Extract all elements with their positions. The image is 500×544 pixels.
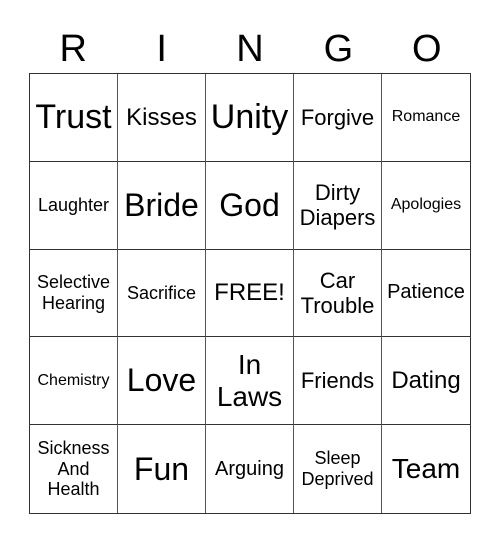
- bingo-cell[interactable]: Bride: [118, 161, 206, 250]
- header-letter-i: I: [156, 28, 167, 70]
- bingo-cell[interactable]: Unity: [206, 74, 294, 162]
- bingo-cell[interactable]: Apologies: [382, 162, 470, 250]
- bingo-cell[interactable]: Fun: [118, 425, 206, 513]
- bingo-cell[interactable]: Laughter: [30, 161, 118, 250]
- bingo-cell[interactable]: In Laws: [206, 337, 294, 426]
- header-letter-r: R: [59, 28, 87, 70]
- bingo-cell[interactable]: Dating: [382, 337, 470, 426]
- bingo-cell[interactable]: Love: [118, 337, 206, 426]
- free-space-cell[interactable]: FREE!: [206, 249, 294, 338]
- bingo-cell[interactable]: Sickness And Health: [30, 425, 118, 513]
- bingo-cell[interactable]: Trust: [30, 74, 118, 162]
- header-letter-o: O: [412, 28, 442, 70]
- bingo-cell[interactable]: Patience: [382, 250, 470, 338]
- bingo-cell[interactable]: Team: [382, 425, 470, 513]
- bingo-cell[interactable]: Selective Hearing: [30, 249, 118, 338]
- bingo-cell[interactable]: Romance: [382, 74, 470, 162]
- bingo-cell[interactable]: Dirty Diapers: [294, 161, 382, 250]
- bingo-cell[interactable]: Sleep Deprived: [294, 425, 382, 513]
- bingo-cell[interactable]: Friends: [294, 337, 382, 426]
- bingo-cell[interactable]: Car Trouble: [294, 249, 382, 338]
- header-letter-g: G: [323, 28, 354, 70]
- bingo-card-grid: Trust Kisses Unity Forgive Romance Laugh…: [29, 73, 471, 514]
- bingo-cell[interactable]: Chemistry: [30, 337, 118, 426]
- header-letter-n: N: [236, 28, 264, 70]
- bingo-cell[interactable]: God: [206, 161, 294, 250]
- bingo-cell[interactable]: Arguing: [206, 425, 294, 513]
- bingo-cell[interactable]: Forgive: [294, 74, 382, 162]
- bingo-header: R I N G O: [29, 24, 471, 74]
- bingo-cell[interactable]: Kisses: [118, 74, 206, 162]
- bingo-cell[interactable]: Sacrifice: [118, 249, 206, 338]
